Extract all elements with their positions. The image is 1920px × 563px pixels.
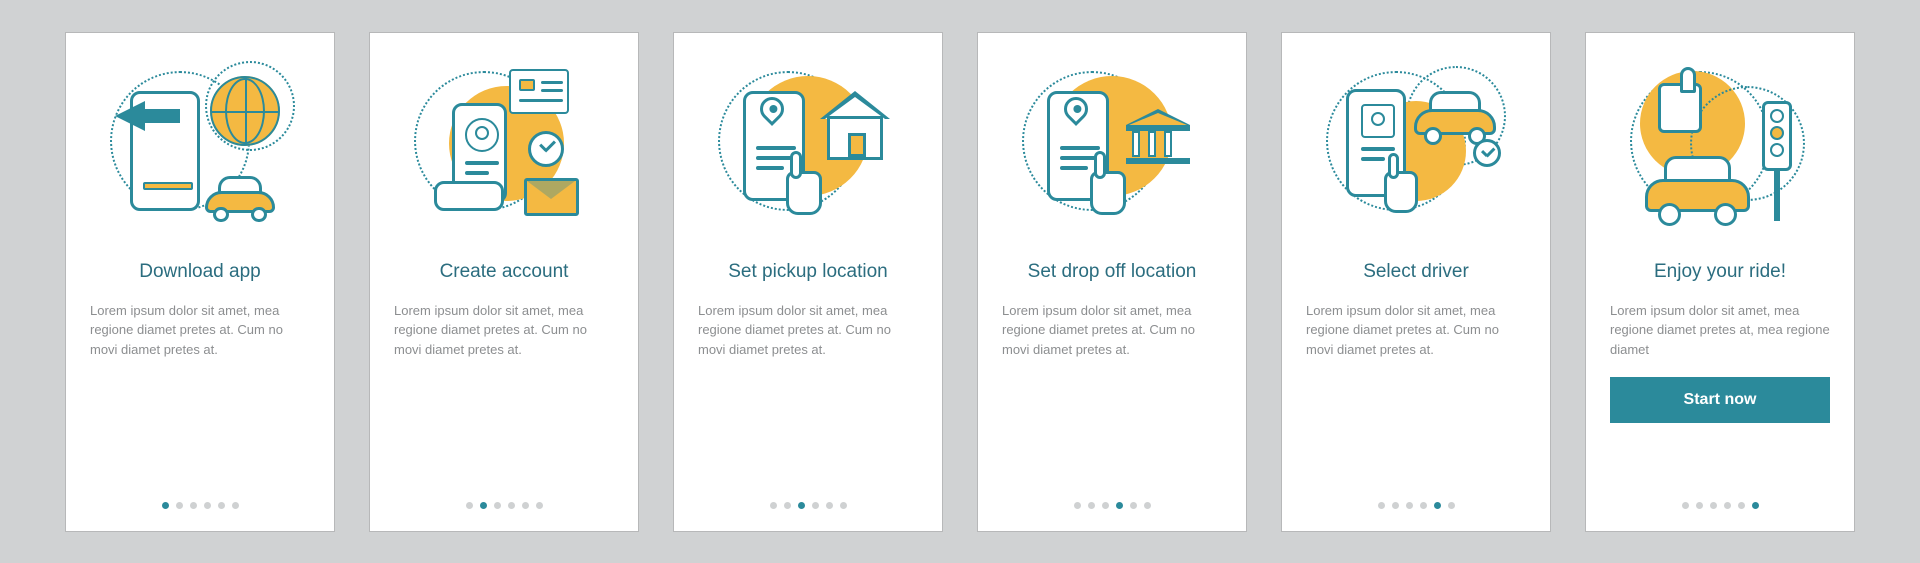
onboarding-screens-row: Download app Lorem ipsum dolor sit amet, … bbox=[35, 2, 1885, 562]
screen-description: Lorem ipsum dolor sit amet, mea regione … bbox=[1002, 301, 1222, 360]
pager-dot-3[interactable] bbox=[1102, 502, 1109, 509]
start-now-button[interactable]: Start now bbox=[1610, 377, 1830, 423]
pager-dot-5[interactable] bbox=[1130, 502, 1137, 509]
create-account-illustration bbox=[414, 61, 594, 241]
pager-dot-3[interactable] bbox=[798, 502, 805, 509]
screen-title: Select driver bbox=[1363, 261, 1469, 283]
pager-dot-4[interactable] bbox=[1116, 502, 1123, 509]
onboarding-screen-5: Select driver Lorem ipsum dolor sit amet,… bbox=[1281, 32, 1551, 532]
pager-dot-1[interactable] bbox=[1074, 502, 1081, 509]
pager-dot-6[interactable] bbox=[840, 502, 847, 509]
pager-dot-2[interactable] bbox=[176, 502, 183, 509]
screen-description: Lorem ipsum dolor sit amet, mea regione … bbox=[90, 301, 310, 360]
pager-dot-2[interactable] bbox=[1696, 502, 1703, 509]
onboarding-screen-6: Enjoy your ride! Lorem ipsum dolor sit am… bbox=[1585, 32, 1855, 532]
pager-dot-3[interactable] bbox=[1710, 502, 1717, 509]
screen-title: Enjoy your ride! bbox=[1654, 261, 1786, 283]
pager-dot-5[interactable] bbox=[218, 502, 225, 509]
pager-dot-3[interactable] bbox=[190, 502, 197, 509]
onboarding-screen-4: Set drop off location Lorem ipsum dolor s… bbox=[977, 32, 1247, 532]
pager-dot-6[interactable] bbox=[232, 502, 239, 509]
pager-dot-4[interactable] bbox=[508, 502, 515, 509]
pager-dot-5[interactable] bbox=[1434, 502, 1441, 509]
pickup-location-illustration bbox=[718, 61, 898, 241]
screen-title: Create account bbox=[440, 261, 569, 283]
screen-description: Lorem ipsum dolor sit amet, mea regione … bbox=[698, 301, 918, 360]
dropoff-location-illustration bbox=[1022, 61, 1202, 241]
pager-dot-6[interactable] bbox=[536, 502, 543, 509]
page-indicator bbox=[674, 502, 942, 509]
screen-description: Lorem ipsum dolor sit amet, mea regione … bbox=[1610, 301, 1830, 360]
page-indicator bbox=[1586, 502, 1854, 509]
pager-dot-6[interactable] bbox=[1144, 502, 1151, 509]
page-indicator bbox=[1282, 502, 1550, 509]
page-indicator bbox=[978, 502, 1246, 509]
screen-description: Lorem ipsum dolor sit amet, mea regione … bbox=[394, 301, 614, 360]
pager-dot-5[interactable] bbox=[522, 502, 529, 509]
pager-dot-3[interactable] bbox=[1406, 502, 1413, 509]
select-driver-illustration bbox=[1326, 61, 1506, 241]
screen-title: Set pickup location bbox=[728, 261, 888, 283]
pager-dot-2[interactable] bbox=[1392, 502, 1399, 509]
download-app-illustration bbox=[110, 61, 290, 241]
pager-dot-4[interactable] bbox=[1724, 502, 1731, 509]
pager-dot-1[interactable] bbox=[466, 502, 473, 509]
screen-title: Set drop off location bbox=[1028, 261, 1197, 283]
pager-dot-5[interactable] bbox=[826, 502, 833, 509]
pager-dot-2[interactable] bbox=[480, 502, 487, 509]
pager-dot-4[interactable] bbox=[1420, 502, 1427, 509]
onboarding-screen-2: Create account Lorem ipsum dolor sit amet… bbox=[369, 32, 639, 532]
pager-dot-2[interactable] bbox=[1088, 502, 1095, 509]
pager-dot-3[interactable] bbox=[494, 502, 501, 509]
pager-dot-1[interactable] bbox=[162, 502, 169, 509]
page-indicator bbox=[66, 502, 334, 509]
pager-dot-6[interactable] bbox=[1448, 502, 1455, 509]
pager-dot-2[interactable] bbox=[784, 502, 791, 509]
page-indicator bbox=[370, 502, 638, 509]
screen-title: Download app bbox=[139, 261, 260, 283]
pager-dot-5[interactable] bbox=[1738, 502, 1745, 509]
pager-dot-1[interactable] bbox=[1682, 502, 1689, 509]
pager-dot-1[interactable] bbox=[770, 502, 777, 509]
onboarding-screen-3: Set pickup location Lorem ipsum dolor sit… bbox=[673, 32, 943, 532]
onboarding-screen-1: Download app Lorem ipsum dolor sit amet, … bbox=[65, 32, 335, 532]
pager-dot-4[interactable] bbox=[812, 502, 819, 509]
enjoy-ride-illustration bbox=[1630, 61, 1810, 241]
pager-dot-6[interactable] bbox=[1752, 502, 1759, 509]
screen-description: Lorem ipsum dolor sit amet, mea regione … bbox=[1306, 301, 1526, 360]
pager-dot-4[interactable] bbox=[204, 502, 211, 509]
pager-dot-1[interactable] bbox=[1378, 502, 1385, 509]
